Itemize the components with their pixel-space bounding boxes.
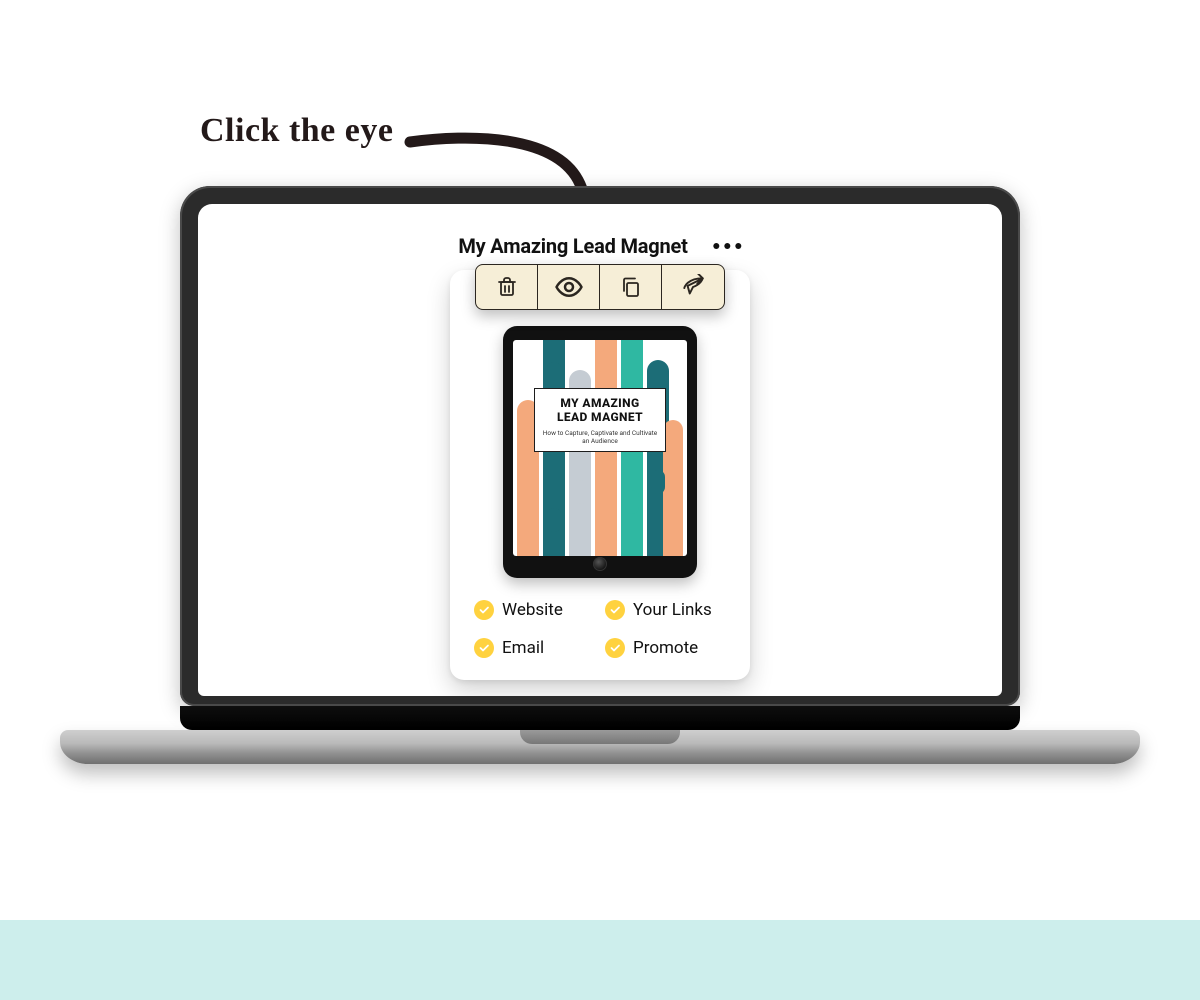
laptop-mockup: My Amazing Lead Magnet	[180, 186, 1020, 764]
cover-subtitle: How to Capture, Captivate and Cultivate …	[541, 429, 659, 445]
status-label: Your Links	[633, 600, 712, 620]
document-title: My Amazing Lead Magnet	[458, 234, 687, 258]
laptop-screen: My Amazing Lead Magnet	[198, 204, 1002, 696]
duplicate-button[interactable]	[600, 265, 662, 309]
annotation-text: Click the eye	[200, 112, 393, 150]
laptop-hinge	[180, 706, 1020, 730]
status-label: Website	[502, 600, 563, 620]
document-card[interactable]: MY AMAZING LEAD MAGNET How to Capture, C…	[450, 270, 750, 680]
status-label: Promote	[633, 638, 698, 658]
more-options-button[interactable]	[714, 243, 742, 249]
card-toolbar	[475, 264, 725, 310]
cover-title-line1: MY AMAZING	[560, 396, 639, 410]
check-icon	[605, 638, 625, 658]
status-label: Email	[502, 638, 544, 658]
share-button[interactable]	[662, 265, 724, 309]
cover-title-line2: LEAD MAGNET	[557, 410, 643, 424]
delete-button[interactable]	[476, 265, 538, 309]
check-icon	[474, 638, 494, 658]
status-item-email[interactable]: Email	[474, 638, 595, 658]
cover-title-box: MY AMAZING LEAD MAGNET How to Capture, C…	[534, 388, 666, 452]
status-item-promote[interactable]: Promote	[605, 638, 726, 658]
laptop-base	[60, 730, 1140, 764]
status-item-your-links[interactable]: Your Links	[605, 600, 726, 620]
check-icon	[605, 600, 625, 620]
document-thumbnail: MY AMAZING LEAD MAGNET How to Capture, C…	[468, 326, 732, 578]
status-checklist: Website Your Links Email	[468, 600, 732, 658]
tablet-frame: MY AMAZING LEAD MAGNET How to Capture, C…	[503, 326, 697, 578]
status-item-website[interactable]: Website	[474, 600, 595, 620]
background-band	[0, 920, 1200, 1000]
check-icon	[474, 600, 494, 620]
preview-button[interactable]	[538, 265, 600, 309]
cover-art: MY AMAZING LEAD MAGNET How to Capture, C…	[513, 340, 687, 556]
